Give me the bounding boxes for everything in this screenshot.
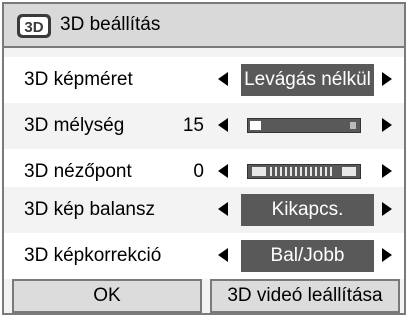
viewpoint-ticks (270, 167, 335, 176)
row-label: 3D mélység (24, 115, 125, 136)
left-arrow-icon[interactable] (218, 248, 228, 262)
viewpoint-right-marker (342, 167, 356, 176)
right-arrow-icon[interactable] (382, 72, 392, 86)
left-arrow-icon[interactable] (218, 202, 228, 216)
left-arrow-icon[interactable] (218, 164, 228, 178)
dialog-title: 3D beállítás (60, 14, 161, 35)
option-value[interactable]: Bal/Jobb (241, 240, 374, 272)
row-3d-image-size: 3D képméret Levágás nélkül (4, 57, 404, 103)
depth-value: 15 (182, 115, 204, 136)
row-label: 3D nézőpont (24, 161, 132, 182)
row-3d-depth: 3D mélység 15 (4, 103, 404, 149)
viewpoint-left-marker (252, 167, 266, 176)
left-arrow-icon[interactable] (218, 72, 228, 86)
option-value[interactable]: Levágás nélkül (241, 64, 374, 96)
viewpoint-value: 0 (193, 161, 204, 182)
slider-end-marker (350, 122, 356, 129)
right-arrow-icon[interactable] (382, 248, 392, 262)
left-arrow-icon[interactable] (218, 118, 228, 132)
svg-text:3D: 3D (24, 19, 43, 36)
slider-thumb[interactable] (250, 121, 261, 130)
right-arrow-icon[interactable] (382, 202, 392, 216)
dialog-buttons: OK 3D videó leállítása (4, 279, 404, 315)
dialog-titlebar: 3D 3D beállítás (4, 4, 404, 48)
3d-settings-dialog: 3D 3D beállítás 3D képméret Levágás nélk… (2, 2, 406, 315)
row-3d-balance: 3D kép balansz Kikapcs. (4, 187, 404, 233)
row-label: 3D képkorrekció (24, 245, 162, 266)
stop-3d-video-button[interactable]: 3D videó leállítása (210, 279, 400, 313)
row-label: 3D kép balansz (24, 199, 155, 220)
right-arrow-icon[interactable] (382, 118, 392, 132)
row-label: 3D képméret (24, 69, 133, 90)
viewpoint-slider[interactable] (247, 164, 361, 179)
3d-icon: 3D (17, 14, 51, 38)
row-3d-correction: 3D képkorrekció Bal/Jobb (4, 233, 404, 279)
option-value[interactable]: Kikapcs. (241, 194, 374, 226)
ok-button[interactable]: OK (12, 279, 202, 313)
right-arrow-icon[interactable] (382, 164, 392, 178)
depth-slider[interactable] (247, 118, 361, 133)
